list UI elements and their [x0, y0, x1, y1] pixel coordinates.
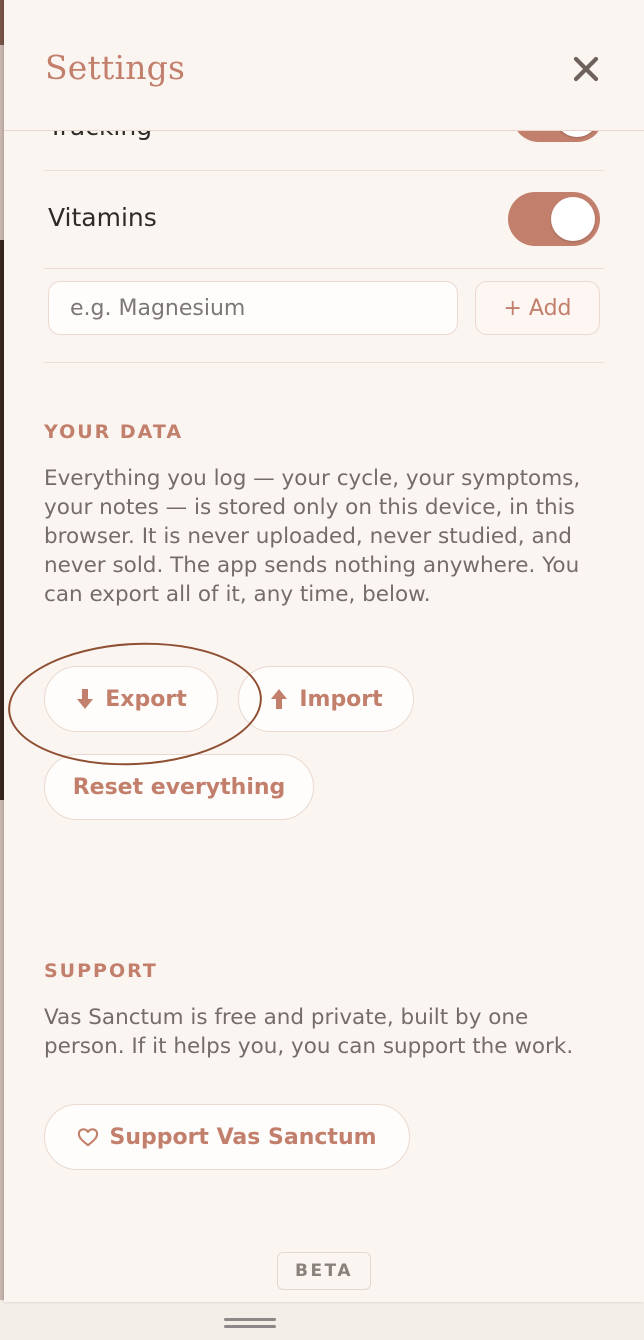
your-data-heading: YOUR DATA [44, 421, 184, 443]
bottom-drag-handle[interactable] [224, 1318, 276, 1330]
heart-icon [77, 1127, 99, 1147]
support-description: Vas Sanctum is free and private, built b… [44, 1005, 574, 1059]
import-button-label: Import [299, 686, 383, 712]
settings-content: Tracking Vitamins + Add YOUR DATA Everyt… [4, 0, 644, 1302]
export-button-label: Export [105, 686, 187, 712]
support-heading: SUPPORT [44, 960, 158, 982]
arrow-up-icon [269, 688, 289, 710]
handle-line [224, 1318, 276, 1321]
settings-row-vitamins: Vitamins [44, 170, 604, 269]
vitamins-toggle[interactable] [508, 192, 600, 246]
export-button[interactable]: Export [44, 666, 218, 732]
beta-badge: BETA [277, 1252, 371, 1290]
add-vitamin-button[interactable]: + Add [475, 281, 600, 335]
page-title: Settings [45, 48, 186, 87]
import-button[interactable]: Import [238, 666, 414, 732]
settings-header: Settings [4, 0, 644, 131]
add-vitamin-row: + Add [44, 268, 604, 363]
arrow-down-icon [75, 688, 95, 710]
toggle-knob [551, 197, 595, 241]
close-icon [573, 56, 599, 85]
vitamin-name-input[interactable] [48, 281, 458, 335]
settings-sheet: Tracking Vitamins + Add YOUR DATA Everyt… [4, 0, 644, 1302]
your-data-description: Everything you log — your cycle, your sy… [44, 466, 581, 607]
reset-everything-button[interactable]: Reset everything [44, 754, 314, 820]
vitamins-label: Vitamins [48, 203, 157, 232]
support-button[interactable]: Support Vas Sanctum [44, 1104, 410, 1170]
close-button[interactable] [566, 50, 606, 90]
support-button-label: Support Vas Sanctum [109, 1124, 377, 1150]
handle-line [224, 1325, 276, 1328]
